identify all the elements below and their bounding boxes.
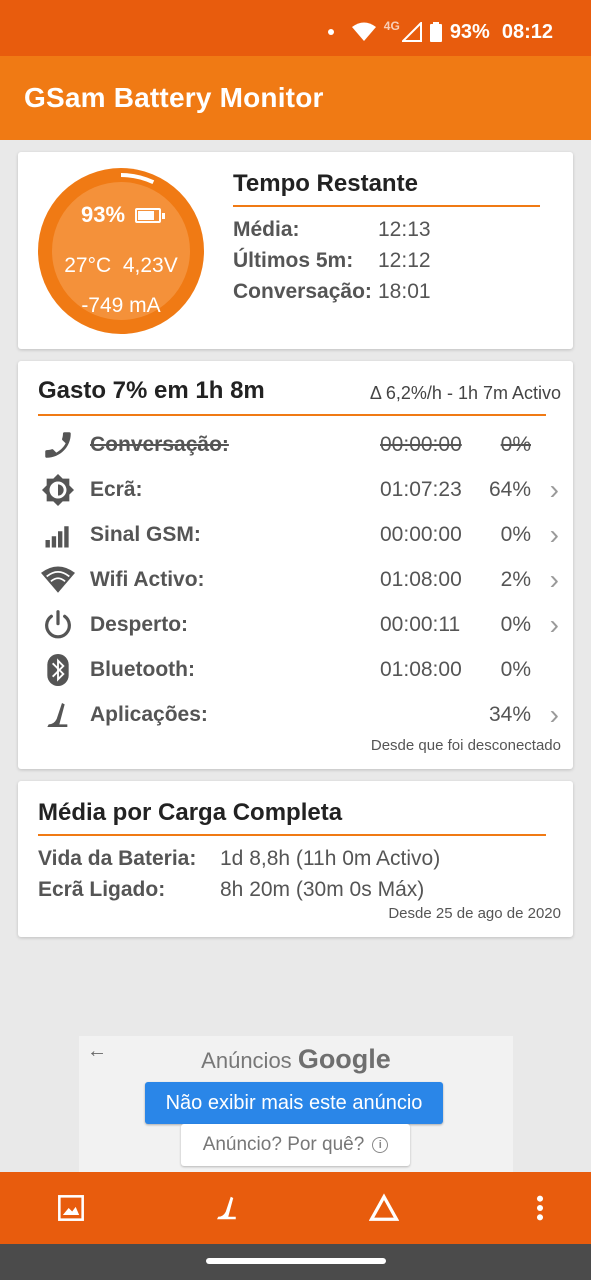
phone-icon	[40, 427, 76, 463]
battery-percent: 93%	[80, 202, 126, 227]
row-label: Média:	[233, 217, 300, 241]
row-label: Ecrã Ligado:	[38, 877, 166, 901]
chevron-right-icon[interactable]: ›	[550, 566, 559, 594]
clock: 08:12	[501, 20, 553, 43]
power-icon	[40, 607, 76, 643]
usage-label: Sinal GSM:	[90, 523, 201, 546]
network-type-label: 4G	[383, 19, 400, 33]
usage-label: Conversação:	[90, 433, 229, 456]
current-draw: -749 mA	[81, 294, 161, 317]
divider	[38, 834, 546, 836]
status-bar: 4G 93% 08:12	[0, 0, 591, 56]
row-value: 12:13	[378, 217, 431, 241]
gauge-readout: 93% 27°C 4,23V -749 mA	[36, 166, 206, 336]
bluetooth-icon	[40, 652, 76, 688]
battery-summary-card[interactable]: 93% 27°C 4,23V -749 mA Tempo Restante Mé…	[18, 152, 573, 349]
ad-title: Anúncios Google	[79, 1044, 513, 1075]
wifi-status-icon	[351, 22, 376, 41]
battery-status-label: 93%	[449, 20, 490, 43]
row-value: 12:12	[378, 248, 431, 272]
usage-card: Gasto 7% em 1h 8m Δ 6,2%/h - 1h 7m Activ…	[18, 361, 573, 769]
battery-icon	[135, 207, 166, 223]
info-icon: i	[372, 1137, 389, 1153]
usage-row-awake[interactable]: Desperto: 00:00:11 0% ›	[18, 601, 573, 646]
apps-icon	[40, 697, 76, 733]
usage-percent: 0%	[500, 658, 531, 681]
signal-icon	[40, 517, 76, 553]
row-label: Últimos 5m:	[233, 248, 354, 272]
row-label: Vida da Bateria:	[38, 846, 197, 870]
usage-percent: 2%	[500, 568, 531, 591]
notification-dot-icon	[327, 29, 334, 35]
usage-row-bluetooth: Bluetooth: 01:08:00 0%	[18, 646, 573, 691]
temperature: 27°C	[64, 254, 112, 277]
usage-time: 01:08:00	[380, 658, 462, 681]
usage-percent: 64%	[488, 478, 531, 501]
row-value: 18:01	[378, 279, 431, 303]
usage-row-wifi[interactable]: Wifi Activo: 01:08:00 2% ›	[18, 556, 573, 601]
usage-row-signal[interactable]: Sinal GSM: 00:00:00 0% ›	[18, 511, 573, 556]
brightness-icon	[40, 472, 76, 508]
usage-label: Aplicações:	[90, 703, 208, 726]
usage-label: Ecrã:	[90, 478, 143, 501]
battery-status-icon	[429, 22, 442, 42]
chevron-right-icon[interactable]: ›	[550, 476, 559, 504]
usage-time: 01:07:23	[380, 478, 462, 501]
usage-percent: 0%	[500, 613, 531, 636]
row-value: 1d 8,8h (11h 0m Activo)	[220, 846, 441, 870]
usage-label: Bluetooth:	[90, 658, 195, 681]
wifi-icon	[40, 562, 76, 598]
average-row: Vida da Bateria: 1d 8,8h (11h 0m Activo)	[38, 843, 440, 874]
usage-row-screen[interactable]: Ecrã: 01:07:23 64% ›	[18, 466, 573, 511]
image-icon[interactable]	[53, 1190, 89, 1226]
temperature-voltage: 27°C 4,23V	[36, 254, 206, 278]
usage-row-call: Conversação: 00:00:00 0%	[18, 421, 573, 466]
usage-title: Gasto 7% em 1h 8m	[38, 377, 265, 404]
cell-signal-icon	[401, 22, 422, 42]
usage-label: Wifi Activo:	[90, 568, 205, 591]
app-title: GSam Battery Monitor	[24, 82, 324, 113]
home-gesture-bar[interactable]	[206, 1258, 386, 1264]
usage-percent: 0%	[500, 433, 531, 456]
usage-percent: 34%	[488, 703, 531, 726]
delta-icon[interactable]	[366, 1190, 402, 1226]
usage-time: 01:08:00	[380, 568, 462, 591]
usage-percent: 0%	[500, 523, 531, 546]
time-remaining-title: Tempo Restante	[233, 170, 418, 197]
average-footer: Desde 25 de ago de 2020	[388, 905, 561, 922]
row-value: 8h 20m (30m 0s Máx)	[220, 877, 425, 901]
divider	[38, 414, 546, 416]
usage-rate: Δ 6,2%/h - 1h 7m Activo	[369, 383, 561, 403]
average-card: Média por Carga Completa Vida da Bateria…	[18, 781, 573, 937]
time-remaining-row: Média: 12:13	[233, 214, 431, 245]
more-icon[interactable]	[522, 1190, 558, 1226]
bottom-toolbar	[0, 1172, 591, 1244]
usage-time: 00:00:00	[380, 523, 462, 546]
usage-time: 00:00:00	[380, 433, 462, 456]
why-ad-label: Anúncio? Por quê?	[202, 1134, 365, 1155]
chevron-right-icon[interactable]: ›	[550, 521, 559, 549]
average-row: Ecrã Ligado: 8h 20m (30m 0s Máx)	[38, 874, 440, 905]
usage-label: Desperto:	[90, 613, 189, 636]
usage-time: 00:00:11	[380, 613, 461, 636]
time-remaining-row: Últimos 5m: 12:12	[233, 245, 431, 276]
usage-footer: Desde que foi desconectado	[370, 737, 561, 754]
usage-row-apps[interactable]: Aplicações: 34% ›	[18, 691, 573, 736]
app-bar: GSam Battery Monitor	[0, 56, 591, 140]
apps-icon[interactable]	[209, 1190, 245, 1226]
ad-title-prefix: Anúncios	[201, 1048, 292, 1073]
voltage: 4,23V	[122, 254, 178, 277]
time-remaining-row: Conversação: 18:01	[233, 276, 431, 307]
why-ad-button[interactable]: Anúncio? Por quê? i	[181, 1124, 410, 1166]
divider	[233, 205, 540, 207]
chevron-right-icon[interactable]: ›	[550, 701, 559, 729]
ad-brand: Google	[297, 1044, 391, 1074]
ad-banner: ← Anúncios Google Não exibir mais este a…	[79, 1036, 513, 1172]
row-label: Conversação:	[233, 279, 372, 303]
stop-ad-button[interactable]: Não exibir mais este anúncio	[145, 1082, 443, 1124]
system-nav-bar	[0, 1244, 591, 1280]
average-title: Média por Carga Completa	[38, 799, 343, 826]
chevron-right-icon[interactable]: ›	[550, 611, 559, 639]
